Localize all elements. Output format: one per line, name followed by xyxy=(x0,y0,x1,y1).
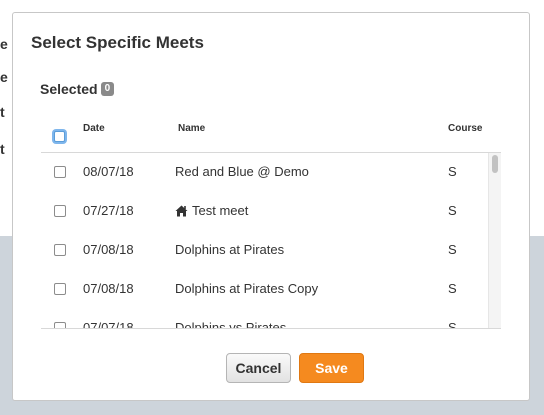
selected-count-label: Selected 0 xyxy=(40,81,115,97)
column-header-date[interactable]: Date xyxy=(83,123,105,134)
column-header-course[interactable]: Course xyxy=(448,123,482,134)
table-row[interactable]: 07/08/18 Dolphins at Pirates S xyxy=(41,231,489,270)
meet-name: Dolphins vs Pirates xyxy=(175,320,287,329)
meet-name: Test meet xyxy=(175,203,248,218)
row-checkbox[interactable] xyxy=(54,283,66,295)
meet-date: 08/07/18 xyxy=(83,164,134,179)
meet-name-text: Dolphins vs Pirates xyxy=(175,320,287,329)
meets-list[interactable]: 08/07/18 Red and Blue @ Demo S 07/27/18 … xyxy=(41,152,501,329)
table-header: Date Name Course xyxy=(41,119,501,151)
meet-name-text: Dolphins at Pirates xyxy=(175,242,285,257)
column-header-name[interactable]: Name xyxy=(178,123,205,134)
meet-date: 07/27/18 xyxy=(83,203,134,218)
meet-date: 07/08/18 xyxy=(83,281,134,296)
meet-course: S xyxy=(448,203,457,218)
meet-name-text: Red and Blue @ Demo xyxy=(175,164,309,179)
scrollbar-thumb[interactable] xyxy=(492,155,498,173)
selected-label-text: Selected xyxy=(40,81,98,97)
table-row[interactable]: 08/07/18 Red and Blue @ Demo S xyxy=(41,153,489,192)
table-row[interactable]: 07/07/18 Dolphins vs Pirates S xyxy=(41,309,489,329)
background-text-fragment: t xyxy=(0,141,5,157)
meet-name-text: Dolphins at Pirates Copy xyxy=(175,281,319,296)
selected-count-badge: 0 xyxy=(100,82,115,96)
meet-name: Dolphins at Pirates Copy xyxy=(175,281,318,296)
background-text-fragment: e xyxy=(0,69,8,85)
home-icon xyxy=(175,205,188,217)
row-checkbox[interactable] xyxy=(54,322,66,328)
meet-course: S xyxy=(448,242,457,257)
save-button[interactable]: Save xyxy=(299,353,364,383)
select-meets-modal: Select Specific Meets Selected 0 Date Na… xyxy=(13,13,529,400)
meet-name-text: Test meet xyxy=(192,203,249,218)
background-text-fragment: e xyxy=(0,36,8,52)
meet-date: 07/07/18 xyxy=(83,320,134,329)
cancel-button[interactable]: Cancel xyxy=(226,353,291,383)
meet-course: S xyxy=(448,320,457,329)
modal-title: Select Specific Meets xyxy=(31,33,204,52)
row-checkbox[interactable] xyxy=(54,166,66,178)
table-row[interactable]: 07/27/18 Test meet S xyxy=(41,192,489,231)
meet-course: S xyxy=(448,164,457,179)
select-all-checkbox[interactable] xyxy=(54,131,65,142)
row-checkbox[interactable] xyxy=(54,244,66,256)
list-scrollbar[interactable] xyxy=(488,153,501,328)
row-checkbox[interactable] xyxy=(54,205,66,217)
background-text-fragment: t xyxy=(0,104,5,120)
table-row[interactable]: 07/08/18 Dolphins at Pirates Copy S xyxy=(41,270,489,309)
meet-course: S xyxy=(448,281,457,296)
meet-name: Dolphins at Pirates xyxy=(175,242,284,257)
meet-name: Red and Blue @ Demo xyxy=(175,164,309,179)
meet-date: 07/08/18 xyxy=(83,242,134,257)
